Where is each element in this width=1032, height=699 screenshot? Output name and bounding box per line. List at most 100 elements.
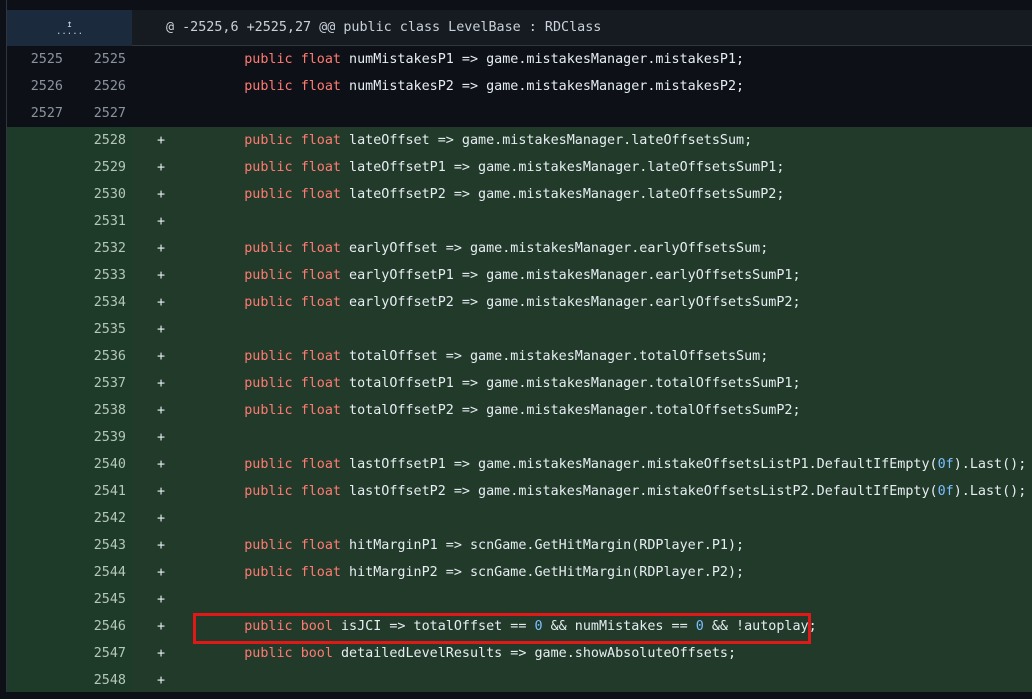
diff-marker bbox=[157, 100, 171, 127]
code-text: public float hitMarginP1 => scnGame.GetH… bbox=[212, 532, 744, 559]
diff-marker: + bbox=[157, 133, 166, 148]
old-line-number[interactable] bbox=[7, 127, 69, 154]
new-line-number[interactable]: 2542 bbox=[69, 505, 132, 532]
old-line-number[interactable] bbox=[7, 397, 69, 424]
old-line-number[interactable] bbox=[7, 667, 69, 694]
diff-marker: + bbox=[157, 160, 166, 175]
code-text: public float earlyOffset => game.mistake… bbox=[212, 235, 768, 262]
new-line-number[interactable]: 2538 bbox=[69, 397, 132, 424]
new-line-number[interactable]: 2547 bbox=[69, 640, 132, 667]
diff-marker: + bbox=[157, 322, 166, 337]
expand-up-button[interactable]: ↥ ..... bbox=[7, 10, 132, 46]
diff-marker: + bbox=[157, 457, 166, 472]
code-token: && numMistakes == bbox=[542, 619, 696, 634]
old-line-number[interactable] bbox=[7, 289, 69, 316]
old-line-number[interactable]: 2525 bbox=[7, 46, 69, 73]
added-line: 2535 + bbox=[7, 316, 1032, 343]
added-line: 2534 + public float earlyOffsetP2 => game… bbox=[7, 289, 1032, 316]
keyword-token: float bbox=[300, 565, 341, 580]
keyword-token: bool bbox=[300, 619, 333, 634]
code-token: && !autoplay; bbox=[703, 619, 817, 634]
old-line-number[interactable]: 2527 bbox=[7, 100, 69, 127]
old-line-number[interactable] bbox=[7, 478, 69, 505]
code-token: ).Last(); bbox=[953, 457, 1027, 472]
diff-marker: + bbox=[157, 295, 166, 310]
new-line-number[interactable]: 2527 bbox=[69, 100, 132, 127]
old-line-number[interactable] bbox=[7, 262, 69, 289]
new-line-number[interactable]: 2544 bbox=[69, 559, 132, 586]
keyword-token: float bbox=[300, 79, 341, 94]
new-line-number[interactable]: 2536 bbox=[69, 343, 132, 370]
code-text: public float lastOffsetP1 => game.mistak… bbox=[212, 451, 1026, 478]
literal-token: 0f bbox=[937, 457, 954, 472]
old-line-number[interactable] bbox=[7, 154, 69, 181]
code-token: totalOffsetP2 => game.mistakesManager.to… bbox=[341, 403, 801, 418]
new-line-number[interactable]: 2532 bbox=[69, 235, 132, 262]
added-line: 2531 + bbox=[7, 208, 1032, 235]
diff-marker: + bbox=[157, 511, 166, 526]
keyword-token: public bbox=[244, 52, 293, 67]
added-line: 2529 + public float lateOffsetP1 => game.… bbox=[7, 154, 1032, 181]
old-line-number[interactable] bbox=[7, 370, 69, 397]
keyword-token: float bbox=[300, 295, 341, 310]
code-token: isJCI => totalOffset == bbox=[332, 619, 535, 634]
bottom-border bbox=[0, 692, 1032, 699]
keyword-token: public bbox=[244, 160, 293, 175]
keyword-token: float bbox=[300, 457, 341, 472]
new-line-number[interactable]: 2525 bbox=[69, 46, 132, 73]
new-line-number[interactable]: 2546 bbox=[69, 613, 132, 640]
code-token: earlyOffsetP1 => game.mistakesManager.ea… bbox=[341, 268, 801, 283]
code-token: hitMarginP2 => scnGame.GetHitMargin(RDPl… bbox=[341, 565, 745, 580]
new-line-number[interactable]: 2541 bbox=[69, 478, 132, 505]
old-line-number[interactable] bbox=[7, 559, 69, 586]
old-line-number[interactable] bbox=[7, 451, 69, 478]
keyword-token: float bbox=[300, 538, 341, 553]
old-line-number[interactable] bbox=[7, 208, 69, 235]
old-line-number[interactable] bbox=[7, 343, 69, 370]
old-line-number[interactable] bbox=[7, 613, 69, 640]
keyword-token: public bbox=[244, 133, 293, 148]
new-line-number[interactable]: 2534 bbox=[69, 289, 132, 316]
new-line-number[interactable]: 2535 bbox=[69, 316, 132, 343]
new-line-number[interactable]: 2545 bbox=[69, 586, 132, 613]
keyword-token: float bbox=[300, 187, 341, 202]
diff-view: ↥ ..... @ -2525,6 +2525,27 @@ public cla… bbox=[0, 0, 1032, 699]
new-line-number[interactable]: 2530 bbox=[69, 181, 132, 208]
code-text: public float numMistakesP2 => game.mista… bbox=[212, 73, 744, 100]
new-line-number[interactable]: 2531 bbox=[69, 208, 132, 235]
new-line-number[interactable]: 2537 bbox=[69, 370, 132, 397]
old-line-number[interactable] bbox=[7, 316, 69, 343]
code-token: totalOffsetP1 => game.mistakesManager.to… bbox=[341, 376, 801, 391]
new-line-number[interactable]: 2540 bbox=[69, 451, 132, 478]
old-line-number[interactable] bbox=[7, 532, 69, 559]
new-line-number[interactable]: 2539 bbox=[69, 424, 132, 451]
diff-marker bbox=[157, 73, 171, 100]
hunk-header-text: @ -2525,6 +2525,27 @@ public class Level… bbox=[166, 20, 602, 35]
old-line-number[interactable] bbox=[7, 181, 69, 208]
new-line-number[interactable]: 2529 bbox=[69, 154, 132, 181]
code-text: public bool isJCI => totalOffset == 0 &&… bbox=[212, 613, 817, 640]
old-line-number[interactable] bbox=[7, 424, 69, 451]
old-line-number[interactable] bbox=[7, 505, 69, 532]
old-line-number[interactable] bbox=[7, 640, 69, 667]
old-line-number[interactable]: 2526 bbox=[7, 73, 69, 100]
old-line-number[interactable] bbox=[7, 235, 69, 262]
added-line: 2540 + public float lastOffsetP1 => game.… bbox=[7, 451, 1032, 478]
new-line-number[interactable]: 2526 bbox=[69, 73, 132, 100]
new-line-number[interactable]: 2543 bbox=[69, 532, 132, 559]
new-line-number[interactable]: 2528 bbox=[69, 127, 132, 154]
old-line-number[interactable] bbox=[7, 586, 69, 613]
new-line-number[interactable]: 2533 bbox=[69, 262, 132, 289]
new-line-number[interactable]: 2548 bbox=[69, 667, 132, 694]
code-text: public float lateOffset => game.mistakes… bbox=[212, 127, 752, 154]
